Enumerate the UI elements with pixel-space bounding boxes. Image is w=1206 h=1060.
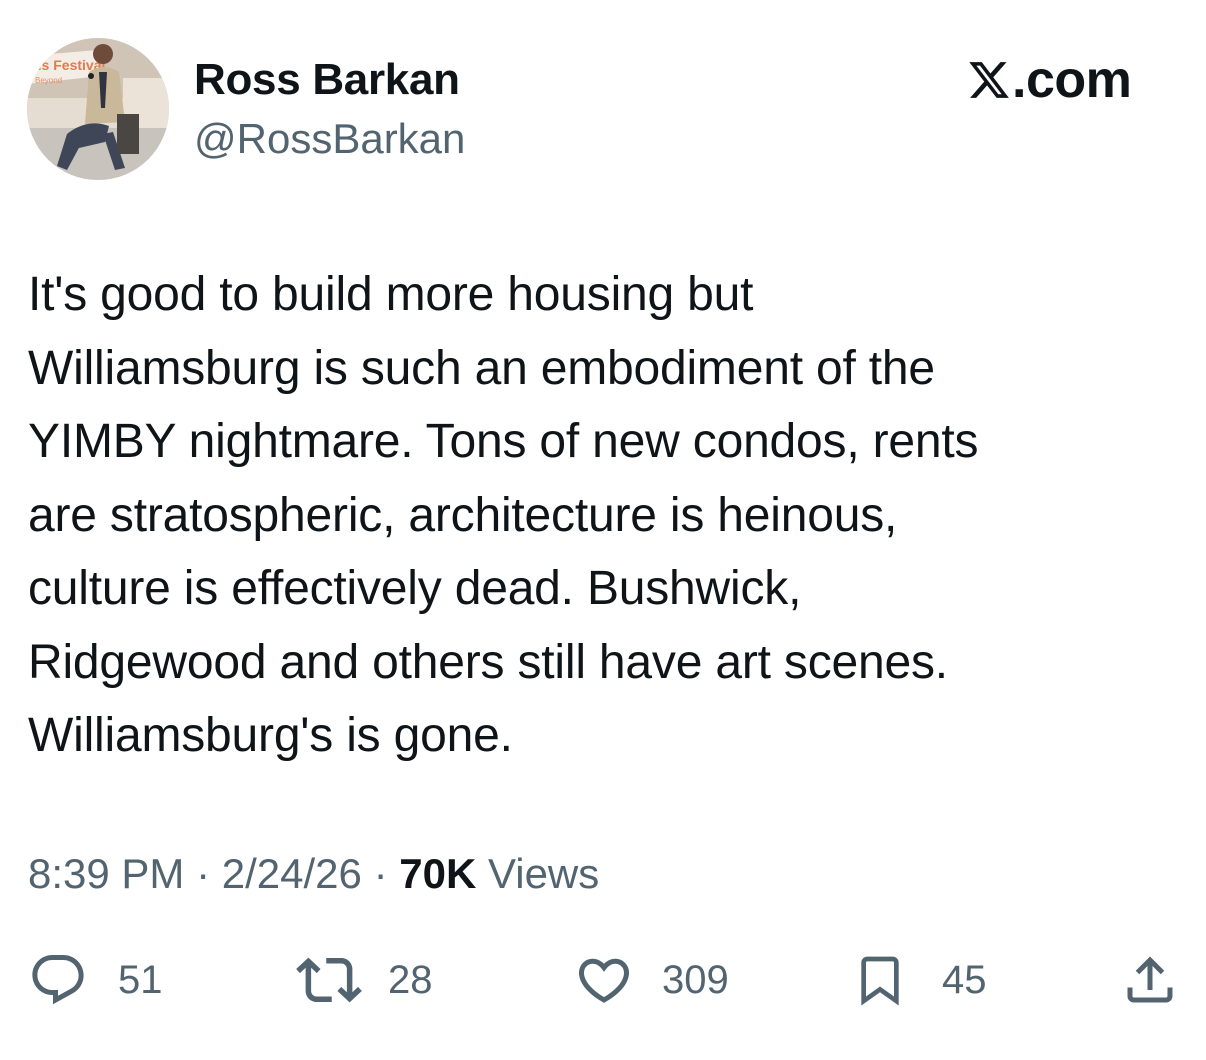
author-display-name[interactable]: Ross Barkan: [194, 54, 460, 106]
tweet-time[interactable]: 8:39 PM: [28, 850, 184, 897]
speaker-photo-avatar: us Festival Beyond: [27, 38, 169, 180]
share-button[interactable]: [1120, 945, 1180, 1015]
heart-icon: [578, 958, 630, 1003]
avatar-sub-text: Beyond: [35, 76, 62, 85]
tweet-actions-bar: 51 28 309 45: [0, 945, 1206, 1015]
reply-count: 51: [118, 958, 163, 1002]
like-button[interactable]: 309: [574, 945, 729, 1015]
repost-icon: [296, 957, 362, 1003]
bookmark-icon: [861, 956, 899, 1006]
views-count: 70K: [399, 850, 477, 897]
author-handle[interactable]: @RossBarkan: [194, 114, 465, 164]
tweet-text: It's good to build more housing but Will…: [28, 268, 979, 762]
meta-separator: ·: [373, 850, 388, 897]
bookmark-button[interactable]: 45: [852, 945, 987, 1015]
repost-count: 28: [388, 958, 433, 1002]
tweet-meta: 8:39 PM · 2/24/26 · 70K Views: [28, 848, 599, 900]
reply-icon: [32, 955, 84, 1005]
brand-domain-text: .com: [1012, 51, 1132, 109]
views-label: Views: [487, 850, 600, 897]
meta-separator: ·: [196, 850, 211, 897]
x-com-brand: .com: [966, 51, 1132, 109]
like-count: 309: [662, 958, 729, 1002]
tweet-date[interactable]: 2/24/26: [222, 850, 362, 897]
reply-button[interactable]: 51: [28, 945, 163, 1015]
share-icon: [1127, 956, 1173, 1003]
repost-button[interactable]: 28: [296, 945, 433, 1015]
author-avatar[interactable]: us Festival Beyond: [27, 38, 169, 180]
bookmark-count: 45: [942, 958, 987, 1002]
x-logo-icon: [969, 62, 1009, 98]
